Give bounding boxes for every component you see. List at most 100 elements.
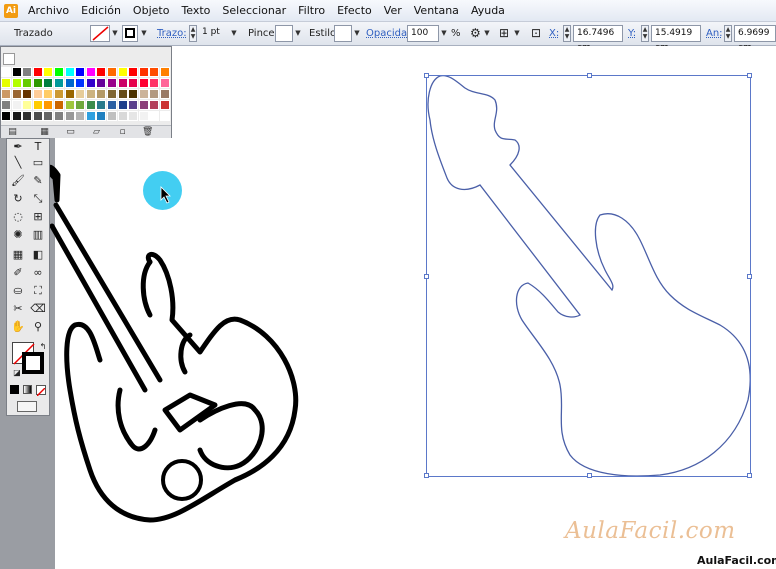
eraser-tool-icon[interactable]: ⌫ [30, 301, 46, 317]
swatch-cell[interactable] [64, 67, 75, 77]
swatch-cell[interactable] [85, 67, 96, 77]
swatch-cell[interactable] [117, 67, 128, 77]
swatch-cell[interactable] [149, 67, 160, 77]
swatch-cell[interactable] [32, 100, 43, 110]
swatch-cell[interactable] [107, 111, 117, 121]
live-paint-selection-tool-icon[interactable]: ⛶ [30, 283, 46, 299]
swatch-cell[interactable] [32, 111, 43, 121]
swatch-cell[interactable] [1, 78, 11, 88]
handle-bottom-left[interactable] [424, 473, 429, 478]
swatch-cell[interactable] [138, 78, 149, 88]
selection-bounding-box[interactable] [424, 73, 752, 478]
swatch-cell[interactable] [22, 100, 33, 110]
swatch-cell[interactable] [54, 78, 64, 88]
swatch-cell[interactable] [54, 100, 64, 110]
handle-middle-left[interactable] [424, 274, 429, 279]
swatch-cell[interactable] [138, 100, 149, 110]
swatch-cell[interactable] [138, 111, 149, 121]
swatch-cell[interactable] [160, 78, 170, 88]
swatch-cell[interactable] [22, 89, 33, 99]
swatch-cell[interactable] [32, 67, 43, 77]
swatch-cell[interactable] [32, 89, 43, 99]
swatch-cell[interactable] [54, 111, 64, 121]
pen-tool-icon[interactable]: ✒ [10, 139, 26, 155]
handle-top-left[interactable] [424, 73, 429, 78]
none-swatch[interactable] [3, 53, 15, 65]
swatch-cell[interactable] [128, 100, 139, 110]
swatch-cell[interactable] [117, 78, 128, 88]
swatch-cell[interactable] [11, 78, 22, 88]
pencil-tool-icon[interactable]: ✎ [30, 173, 46, 189]
swatch-cell[interactable] [96, 78, 107, 88]
swatch-cell[interactable] [75, 67, 86, 77]
rotate-tool-icon[interactable]: ↻ [10, 191, 26, 207]
swatch-library-icon[interactable]: ▤ [7, 127, 18, 137]
swatch-cell[interactable] [107, 67, 117, 77]
slice-tool-icon[interactable]: ✂ [10, 301, 26, 317]
swatch-cell[interactable] [96, 89, 107, 99]
live-paint-bucket-tool-icon[interactable]: ⛀ [10, 283, 26, 299]
swatch-cell[interactable] [107, 78, 117, 88]
swatch-cell[interactable] [11, 67, 22, 77]
swatch-cell[interactable] [128, 111, 139, 121]
line-tool-icon[interactable]: ╲ [10, 155, 26, 171]
swatch-cell[interactable] [11, 111, 22, 121]
rectangle-tool-icon[interactable]: ▭ [30, 155, 46, 171]
column-graph-tool-icon[interactable]: ▥ [30, 227, 46, 243]
swatch-cell[interactable] [117, 89, 128, 99]
swatch-cell[interactable] [85, 100, 96, 110]
scale-tool-icon[interactable]: ⤡ [30, 191, 46, 207]
hand-tool-icon[interactable]: ✋ [10, 319, 26, 335]
swatch-cell[interactable] [43, 67, 54, 77]
swatch-cell[interactable] [128, 67, 139, 77]
mesh-tool-icon[interactable]: ▦ [10, 247, 26, 263]
swatch-options-icon[interactable]: ▭ [65, 127, 76, 137]
paintbrush-tool-icon[interactable]: 🖌 [10, 173, 26, 189]
free-transform-tool-icon[interactable]: ⊞ [30, 209, 46, 225]
swatch-cell[interactable] [64, 78, 75, 88]
swatch-cell[interactable] [43, 100, 54, 110]
swatch-cell[interactable] [117, 100, 128, 110]
swatch-cell[interactable] [138, 67, 149, 77]
swatch-cell[interactable] [85, 111, 96, 121]
handle-top-right[interactable] [747, 73, 752, 78]
swatch-cell[interactable] [22, 111, 33, 121]
new-color-group-icon[interactable]: ▱ [91, 127, 102, 137]
new-swatch-icon[interactable]: ▫ [117, 127, 128, 137]
swatch-cell[interactable] [43, 89, 54, 99]
swatch-cell[interactable] [85, 89, 96, 99]
gradient-tool-icon[interactable]: ◧ [30, 247, 46, 263]
swatch-cell[interactable] [149, 111, 160, 121]
swatch-cell[interactable] [54, 67, 64, 77]
zoom-tool-icon[interactable]: ⚲ [30, 319, 46, 335]
swatch-cell[interactable] [54, 89, 64, 99]
show-kinds-icon[interactable]: ▦ [39, 127, 50, 137]
swatch-cell[interactable] [43, 78, 54, 88]
handle-middle-right[interactable] [747, 274, 752, 279]
swatch-cell[interactable] [160, 67, 170, 77]
handle-top-center[interactable] [587, 73, 592, 78]
stroke-swatch[interactable] [22, 352, 44, 374]
gradient-mode-icon[interactable] [23, 385, 32, 394]
swatch-cell[interactable] [1, 67, 11, 77]
swap-fill-stroke-icon[interactable]: ↰ [35, 339, 51, 355]
swatch-cell[interactable] [117, 111, 128, 121]
swatch-cell[interactable] [43, 111, 54, 121]
swatch-cell[interactable] [75, 111, 86, 121]
swatch-cell[interactable] [22, 67, 33, 77]
swatch-cell[interactable] [160, 100, 170, 110]
swatch-cell[interactable] [107, 89, 117, 99]
swatch-cell[interactable] [32, 78, 43, 88]
swatch-cell[interactable] [64, 89, 75, 99]
blend-tool-icon[interactable]: ∞ [30, 265, 46, 281]
swatch-cell[interactable] [64, 111, 75, 121]
none-mode-icon[interactable] [36, 385, 46, 397]
swatch-cell[interactable] [22, 78, 33, 88]
handle-bottom-right[interactable] [747, 473, 752, 478]
swatch-cell[interactable] [75, 89, 86, 99]
swatch-cell[interactable] [138, 89, 149, 99]
screen-mode-button[interactable] [17, 401, 37, 412]
eyedropper-tool-icon[interactable]: ✐ [10, 265, 26, 281]
swatch-cell[interactable] [128, 78, 139, 88]
swatch-cell[interactable] [149, 89, 160, 99]
